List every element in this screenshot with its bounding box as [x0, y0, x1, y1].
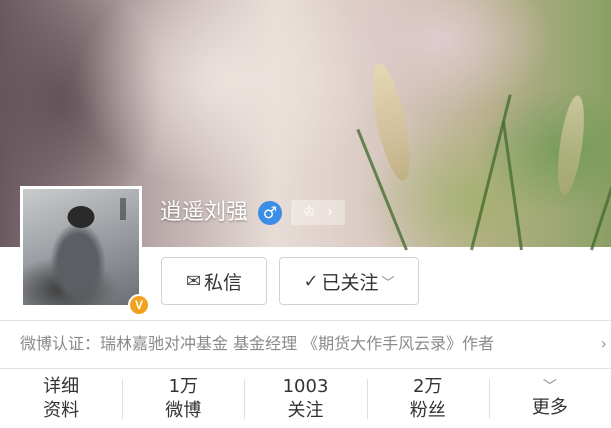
grass-blade [470, 94, 512, 251]
member-badge-button[interactable]: ♔ › [291, 200, 345, 225]
stats-bar: 详细 资料 1万 微博 1003 关注 2万 粉丝 ﹀ 更多 [0, 369, 611, 428]
avatar-seal [120, 198, 126, 220]
envelope-icon: ✉ [185, 270, 202, 292]
stat-followers-count[interactable]: 2万 粉丝 [366, 369, 489, 428]
chevron-right-icon: › [600, 334, 607, 353]
stat-following-count[interactable]: 1003 关注 [244, 369, 366, 428]
stat-top-text: 详细 [43, 375, 80, 397]
message-button[interactable]: ✉ 私信 [161, 257, 267, 305]
grass-stalk [553, 93, 589, 197]
profile-name: 逍遥刘强 [160, 200, 249, 225]
chevron-right-icon: › [327, 204, 334, 220]
male-gender-icon: ♂ [258, 201, 282, 225]
grass-blade [501, 121, 523, 251]
stat-value: 1万 [168, 375, 199, 397]
following-label: 已关注 [321, 271, 379, 294]
divider [0, 320, 611, 321]
verification-info[interactable]: 微博认证：瑞林嘉驰对冲基金 基金经理 《期货大作手风云录》作者 [20, 331, 600, 357]
chevron-down-icon: ﹀ [381, 275, 395, 291]
stat-value: 1003 [282, 375, 329, 397]
chevron-down-icon: ﹀ [542, 378, 557, 395]
avatar[interactable] [20, 186, 142, 308]
stat-label: 更多 [531, 396, 568, 418]
stat-more[interactable]: ﹀ 更多 [488, 369, 611, 428]
stat-label: 粉丝 [409, 399, 446, 421]
message-label: 私信 [204, 271, 243, 294]
stat-value: 2万 [412, 375, 443, 397]
stat-bottom-text: 资料 [43, 399, 80, 421]
stat-weibo-count[interactable]: 1万 微博 [122, 369, 244, 428]
stat-profile-details[interactable]: 详细 资料 [0, 369, 122, 428]
checkmark-icon: ✓ [303, 270, 319, 292]
stat-label: 关注 [287, 399, 324, 421]
crown-icon: ♔ [302, 204, 316, 220]
stat-label: 微博 [165, 399, 202, 421]
following-button[interactable]: ✓ 已关注 ﹀ [279, 257, 419, 305]
verified-v-icon: V [128, 294, 150, 316]
grass-blade [590, 106, 611, 251]
